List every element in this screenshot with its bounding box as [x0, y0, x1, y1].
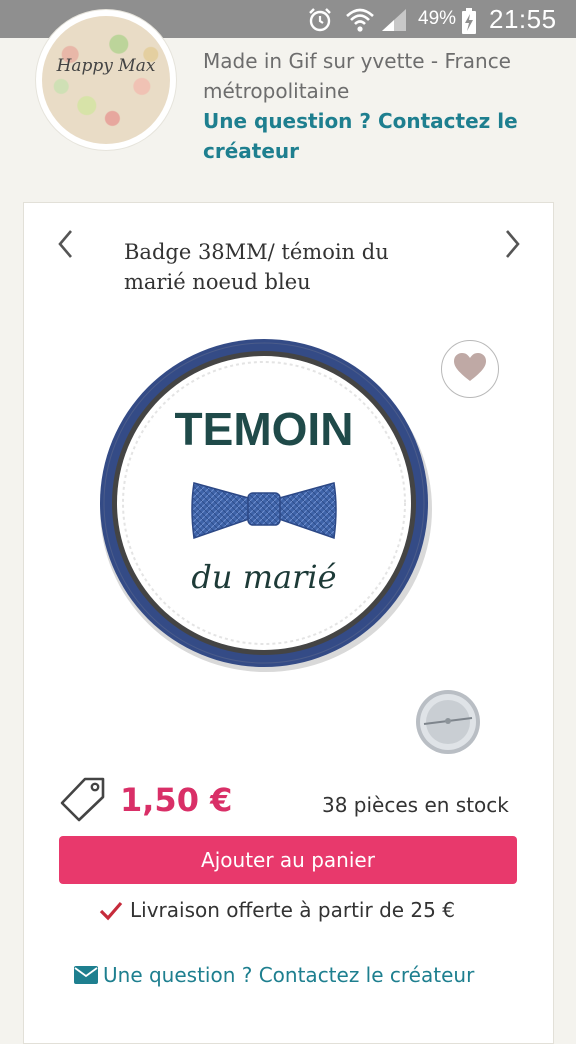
- shop-location: Made in Gif sur yvette - France métropol…: [203, 49, 511, 103]
- add-to-cart-button[interactable]: Ajouter au panier: [59, 836, 517, 884]
- favorite-button[interactable]: [441, 340, 499, 398]
- product-card: Badge 38MM/ témoin du marié noeud bleu T…: [23, 202, 554, 1044]
- product-image[interactable]: TEMOIN du marié: [94, 333, 434, 673]
- chevron-left-icon[interactable]: [52, 227, 80, 261]
- badge-title-text: TEMOIN: [175, 403, 354, 455]
- product-contact-text: Une question ? Contactez le créateur: [103, 963, 475, 987]
- shop-logo-text: Happy Max: [56, 56, 156, 76]
- price-tag-icon: [59, 776, 107, 826]
- badge-back-image[interactable]: [414, 688, 482, 756]
- free-shipping-text: Livraison offerte à partir de 25 €: [130, 898, 455, 922]
- heart-icon: [454, 353, 486, 381]
- battery-percent: 49%: [418, 8, 457, 29]
- alarm-icon: [306, 6, 334, 38]
- mail-icon: [74, 965, 98, 989]
- badge-subtitle-text: du marié: [191, 558, 336, 596]
- battery-charging-icon: [461, 8, 477, 38]
- shop-contact-link[interactable]: Une question ? Contactez le créateur: [203, 106, 543, 166]
- clock: 21:55: [489, 4, 557, 34]
- wifi-icon: [345, 6, 375, 38]
- check-icon: [99, 901, 123, 926]
- signal-icon: [380, 8, 408, 36]
- shop-logo-pattern: [42, 16, 170, 144]
- chevron-right-icon[interactable]: [498, 227, 526, 261]
- stock-info: 38 pièces en stock: [322, 793, 509, 817]
- product-title: Badge 38MM/ témoin du marié noeud bleu: [124, 240, 389, 294]
- shop-logo[interactable]: Happy Max: [36, 10, 176, 150]
- product-price: 1,50 €: [120, 781, 233, 819]
